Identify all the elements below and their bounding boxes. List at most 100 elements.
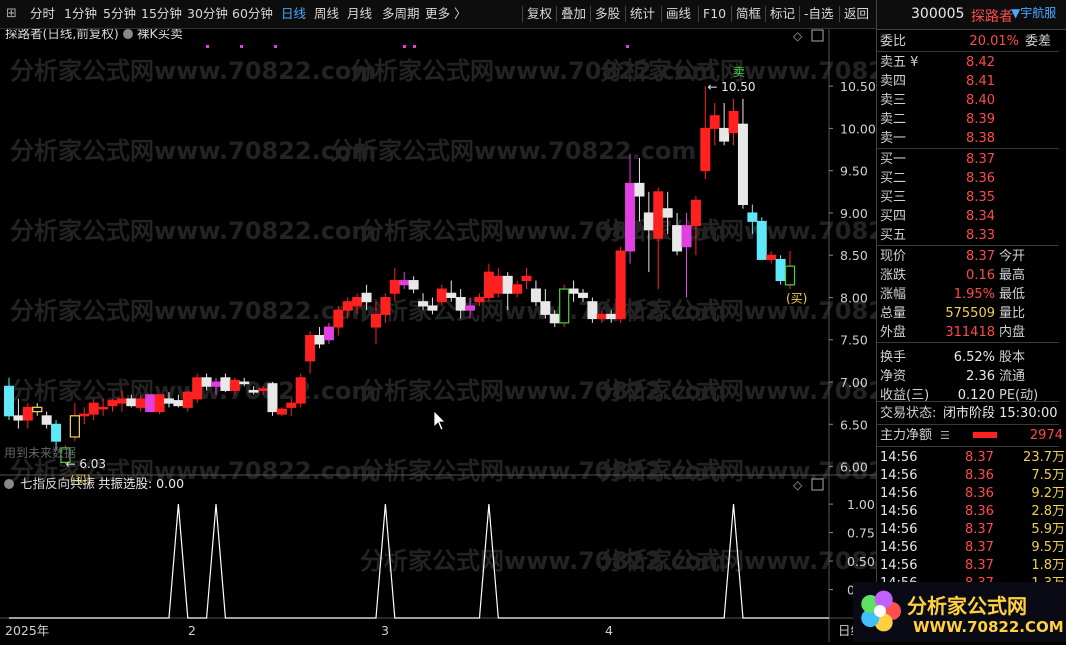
watermark-text: 分析家公式网www.70822.com bbox=[10, 217, 376, 245]
sub-tick-label: 1.00 bbox=[847, 497, 875, 512]
bid-row: 买一 8.37 bbox=[880, 152, 995, 167]
time-axis-label: 4 bbox=[605, 623, 613, 638]
toolbar-button-5[interactable]: F10 bbox=[703, 5, 726, 23]
stat-row: 总量 575509 量比 bbox=[880, 306, 1026, 321]
signal-dot bbox=[206, 45, 209, 48]
signal-candle bbox=[69, 415, 80, 438]
price-tick-label: 10.00 bbox=[840, 121, 876, 136]
sub-diamond-icon[interactable]: ◇ bbox=[793, 478, 803, 492]
toolbar-divider bbox=[839, 6, 840, 22]
candle bbox=[653, 187, 664, 290]
toolbar-divider bbox=[625, 6, 626, 22]
candle bbox=[182, 390, 193, 412]
signal-candle bbox=[784, 265, 796, 286]
period-tab-8[interactable]: 月线 bbox=[347, 5, 372, 23]
mouse-cursor-icon bbox=[433, 410, 446, 431]
tick-row: 14:56 8.36 9.2万 bbox=[880, 486, 1065, 501]
period-tab-2[interactable]: 5分钟 bbox=[103, 5, 136, 23]
candle bbox=[483, 263, 494, 302]
diamond-icon[interactable]: ◇ bbox=[793, 29, 803, 43]
candle bbox=[634, 157, 645, 222]
logo-title: 分析家公式网 bbox=[907, 594, 1027, 618]
candle bbox=[530, 280, 541, 306]
chart-area[interactable]: 分析家公式网www.70822.com 分析家公式网www.70822.com 分析… bbox=[0, 26, 966, 642]
watermark-text: 分析家公式网www.70822.com bbox=[330, 137, 696, 165]
period-tab-10[interactable]: 更多 〉 bbox=[425, 5, 466, 23]
toolbar-button-3[interactable]: 统计 bbox=[630, 5, 655, 23]
list-icon[interactable]: ☰ bbox=[940, 426, 950, 445]
price-tick-label: 7.00 bbox=[840, 375, 868, 390]
stat-row: 换手 6.52% 股本 bbox=[880, 350, 1026, 365]
trade-status-row: 交易状态: 闭市阶段 15:30:00 bbox=[880, 406, 1058, 421]
candle bbox=[399, 272, 410, 290]
candle bbox=[276, 407, 287, 416]
price-tick-label: 9.50 bbox=[840, 164, 868, 179]
toolbar-button-6[interactable]: 简框 bbox=[736, 5, 761, 23]
watermark-text: 分析家公式网www.70822.com bbox=[10, 297, 376, 325]
period-tab-0[interactable]: 分时 bbox=[30, 5, 55, 23]
sub-indicator-settings-icon[interactable] bbox=[4, 479, 14, 489]
watermark-text: 分析家公式网www.70822.com bbox=[600, 457, 876, 485]
toolbar-divider bbox=[590, 6, 591, 22]
time-axis-label: 3 bbox=[381, 623, 389, 638]
tick-row: 14:56 8.36 7.5万 bbox=[880, 468, 1065, 483]
signal-dot bbox=[403, 45, 406, 48]
toolbar-divider bbox=[765, 6, 766, 22]
period-tab-6[interactable]: 日线 bbox=[281, 5, 306, 23]
toolbar-button-8[interactable]: -自选 bbox=[804, 5, 834, 23]
high-price-label: ← 10.50 bbox=[707, 80, 755, 94]
period-tab-3[interactable]: 15分钟 bbox=[141, 5, 182, 23]
price-tick-label: 8.50 bbox=[840, 248, 868, 263]
stat-row: 净资 2.36 流通 bbox=[880, 369, 1026, 384]
period-tab-7[interactable]: 周线 bbox=[314, 5, 339, 23]
candle bbox=[709, 103, 720, 146]
concept-link[interactable]: ▼宇航服 bbox=[1011, 4, 1056, 21]
candle bbox=[267, 382, 278, 416]
toolbar-button-2[interactable]: 多股 bbox=[595, 5, 620, 23]
bid-row: 买二 8.36 bbox=[880, 171, 995, 186]
bid-row: 买五 8.33 bbox=[880, 228, 995, 243]
indicator-name[interactable]: 裸K买卖 bbox=[137, 26, 183, 41]
buy-signal-mark: (买) bbox=[786, 291, 807, 305]
candle bbox=[728, 98, 739, 146]
toolbar-button-7[interactable]: 标记 bbox=[770, 5, 795, 23]
stock-header: 300005 探路者 ▼宇航服 bbox=[877, 0, 1066, 30]
price-tick-label: 6.50 bbox=[840, 417, 868, 432]
candle bbox=[408, 276, 419, 294]
signal-candle bbox=[559, 288, 570, 324]
indicator-settings-icon[interactable] bbox=[123, 29, 133, 39]
price-tick-label: 7.50 bbox=[840, 333, 868, 348]
candle bbox=[615, 246, 626, 323]
candle bbox=[107, 398, 118, 412]
ask-row: 卖四 8.41 bbox=[880, 74, 995, 89]
sub-indicator-name[interactable]: 七指反向共振 bbox=[20, 476, 96, 491]
period-tab-5[interactable]: 60分钟 bbox=[232, 5, 273, 23]
toolbar-button-9[interactable]: 返回 bbox=[844, 5, 869, 23]
toolbar-divider bbox=[731, 6, 732, 22]
grid-icon[interactable]: ⊞ bbox=[6, 5, 17, 23]
mainflow-bar bbox=[973, 432, 997, 438]
tick-row: 14:56 8.37 1.8万 bbox=[880, 558, 1065, 573]
period-tab-1[interactable]: 1分钟 bbox=[64, 5, 97, 23]
stat-row: 现价 8.37 今开 bbox=[880, 249, 1026, 264]
candle bbox=[625, 153, 636, 264]
bid-row: 买四 8.34 bbox=[880, 209, 995, 224]
maximize-icon[interactable] bbox=[811, 29, 824, 42]
toolbar-button-0[interactable]: 复权 bbox=[527, 5, 552, 23]
period-tab-9[interactable]: 多周期 bbox=[382, 5, 420, 23]
webi-row: 委比 20.01% 委差 bbox=[880, 34, 1052, 49]
toolbar-button-4[interactable]: 画线 bbox=[666, 5, 691, 23]
stock-name: 探路者 bbox=[971, 9, 1013, 25]
period-tab-4[interactable]: 30分钟 bbox=[187, 5, 228, 23]
toolbar-button-1[interactable]: 叠加 bbox=[561, 5, 586, 23]
tick-row: 14:56 8.37 23.7万 bbox=[880, 450, 1065, 465]
ask-row: 卖一 8.38 bbox=[880, 131, 995, 146]
kline-chart[interactable]: 分析家公式网www.70822.com 分析家公式网www.70822.com 分析… bbox=[0, 26, 966, 642]
signal-dot bbox=[626, 45, 629, 48]
sell-signal-mark: 卖 bbox=[733, 65, 745, 79]
site-logo: 分析家公式网 WWW.70822.COM bbox=[853, 582, 1066, 642]
candle bbox=[305, 331, 316, 374]
future-data-note: 用到未来数据 bbox=[4, 445, 76, 460]
signal-candle bbox=[32, 406, 43, 413]
price-tick-label: 8.00 bbox=[840, 290, 868, 305]
